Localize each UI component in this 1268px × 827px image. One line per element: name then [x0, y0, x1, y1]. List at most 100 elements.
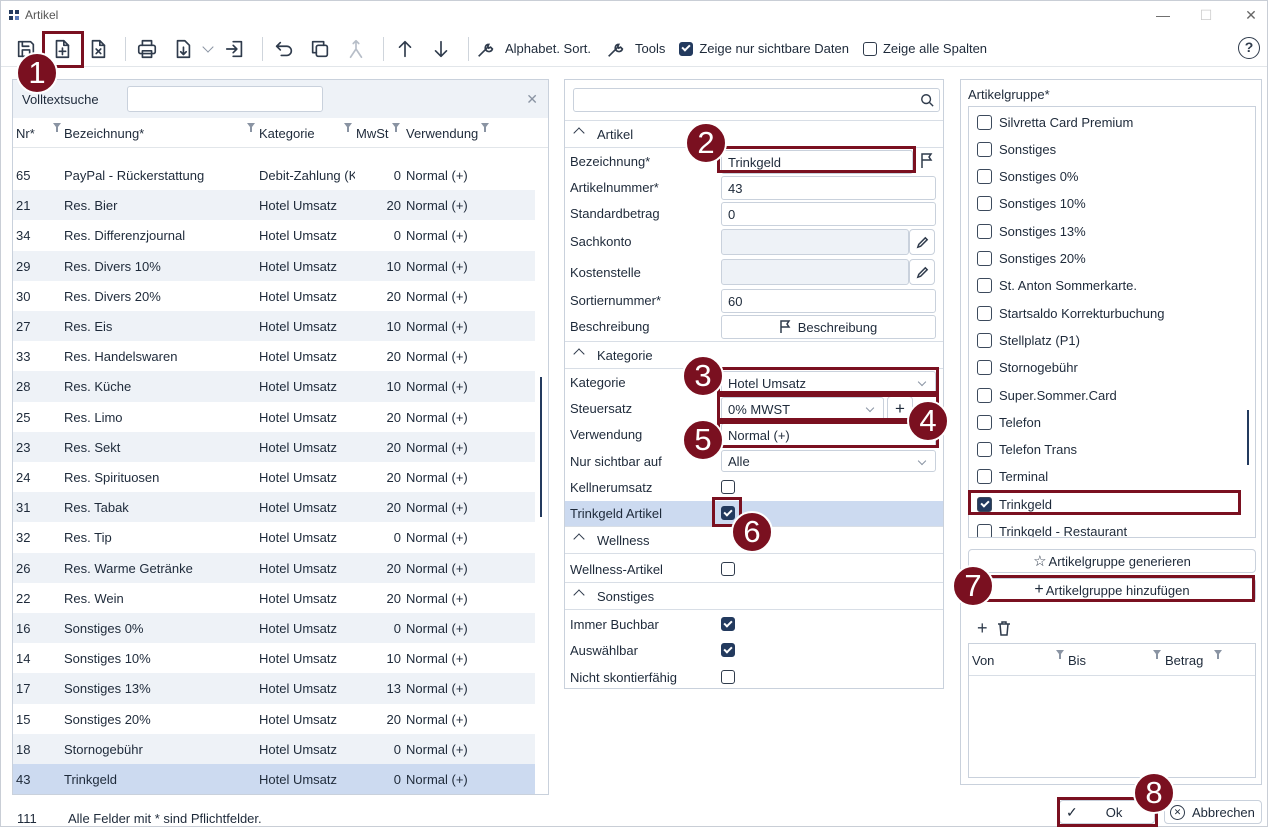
- print-button[interactable]: [132, 34, 162, 64]
- sachkonto-input[interactable]: [721, 229, 909, 255]
- table-row[interactable]: 29 Res. Divers 10% Hotel Umsatz 10 Normal (+…: [13, 250, 535, 281]
- group-item[interactable]: Stellplatz (P1): [977, 330, 1080, 350]
- table-row[interactable]: 17 Sonstiges 13% Hotel Umsatz 13 Normal (+): [13, 673, 535, 704]
- group-checkbox[interactable]: [977, 360, 992, 376]
- add-row-icon[interactable]: +: [977, 618, 988, 639]
- standardbetrag-input[interactable]: 0: [721, 202, 936, 226]
- auswaehlbar-checkbox[interactable]: [721, 643, 735, 657]
- show-visible-checkbox[interactable]: [679, 41, 694, 56]
- group-item[interactable]: Stornogebühr: [977, 358, 1078, 378]
- show-all-columns-checkbox[interactable]: [862, 41, 877, 56]
- group-item[interactable]: Trinkgeld: [977, 494, 1052, 514]
- kategorie-select[interactable]: Hotel Umsatz: [721, 371, 936, 395]
- group-item[interactable]: Startsaldo Korrekturbuchung: [977, 303, 1164, 323]
- move-down-button[interactable]: [426, 34, 456, 64]
- delete-button[interactable]: [83, 34, 113, 64]
- beschreibung-button[interactable]: Beschreibung: [721, 315, 936, 339]
- group-item[interactable]: Sonstiges: [977, 139, 1056, 159]
- table-row[interactable]: 21 Res. Bier Hotel Umsatz 20 Normal (+): [13, 190, 535, 221]
- group-checkbox[interactable]: [977, 114, 992, 130]
- filter-icon[interactable]: [1214, 650, 1222, 659]
- table-row[interactable]: 14 Sonstiges 10% Hotel Umsatz 10 Normal (+): [13, 643, 535, 673]
- filter-icon[interactable]: [1153, 650, 1161, 659]
- tools-button[interactable]: Tools: [605, 38, 665, 60]
- table-row[interactable]: 25 Res. Limo Hotel Umsatz 20 Normal (+): [13, 402, 535, 432]
- table-row[interactable]: 16 Sonstiges 0% Hotel Umsatz 0 Normal (+): [13, 613, 535, 644]
- group-item[interactable]: St. Anton Sommerkarte.: [977, 276, 1137, 296]
- group-item[interactable]: Sonstiges 20%: [977, 249, 1086, 269]
- group-checkbox[interactable]: [977, 332, 992, 348]
- col-header-bezeichnung[interactable]: Bezeichnung*: [64, 126, 144, 141]
- table-row[interactable]: 34 Res. Differenzjournal Hotel Umsatz 0 Norm…: [13, 220, 535, 250]
- minimize-icon[interactable]: —: [1148, 5, 1178, 25]
- group-list-scrollbar[interactable]: [1247, 410, 1249, 465]
- chevron-down-icon[interactable]: [202, 40, 214, 53]
- import-button[interactable]: [220, 34, 250, 64]
- group-item[interactable]: Telefon: [977, 412, 1041, 432]
- show-all-columns-toggle[interactable]: Zeige alle Spalten: [862, 41, 987, 56]
- trash-icon[interactable]: [997, 621, 1011, 636]
- table-row[interactable]: 23 Res. Sekt Hotel Umsatz 20 Normal (+): [13, 431, 535, 462]
- table-row[interactable]: 65 PayPal - Rückerstattung Debit-Zahlung (…: [13, 160, 535, 190]
- group-checkbox[interactable]: [977, 496, 992, 512]
- col-header-nr[interactable]: Nr*: [16, 126, 35, 141]
- kostenstelle-edit-button[interactable]: [909, 259, 935, 285]
- wellness-artikel-checkbox[interactable]: [721, 562, 735, 576]
- group-item[interactable]: Silvretta Card Premium: [977, 112, 1133, 132]
- table-row-partial[interactable]: [13, 148, 535, 160]
- group-item[interactable]: Sonstiges 10%: [977, 194, 1086, 214]
- group-checkbox[interactable]: [977, 196, 992, 212]
- generate-group-button[interactable]: ☆ Artikelgruppe generieren: [968, 549, 1256, 573]
- add-group-button[interactable]: + Artikelgruppe hinzufügen: [968, 578, 1256, 602]
- group-checkbox[interactable]: [977, 251, 992, 266]
- group-item[interactable]: Trinkgeld - Restaurant: [977, 522, 1127, 537]
- section-kategorie[interactable]: Kategorie: [565, 341, 943, 369]
- table-row[interactable]: 43 Trinkgeld Hotel Umsatz 0 Normal (+): [13, 764, 535, 795]
- group-item[interactable]: Sonstiges 13%: [977, 221, 1086, 241]
- close-icon[interactable]: ✕: [1236, 5, 1266, 25]
- sachkonto-edit-button[interactable]: [909, 229, 935, 255]
- table-row[interactable]: 33 Res. Handelswaren Hotel Umsatz 20 Normal …: [13, 341, 535, 371]
- kellnerumsatz-checkbox[interactable]: [721, 480, 735, 494]
- filter-icon[interactable]: [1056, 650, 1064, 659]
- copy-button[interactable]: [305, 34, 335, 64]
- artikelnummer-input[interactable]: 43: [721, 176, 936, 200]
- section-sonstiges[interactable]: Sonstiges: [565, 582, 943, 610]
- table-row[interactable]: 32 Res. Tip Hotel Umsatz 0 Normal (+): [13, 522, 535, 552]
- bezeichnung-input[interactable]: Trinkgeld: [721, 150, 913, 174]
- col-header-mwst[interactable]: MwSt: [356, 126, 389, 141]
- group-item[interactable]: Sonstiges 0%: [977, 167, 1079, 187]
- group-checkbox[interactable]: [977, 169, 992, 185]
- cancel-button[interactable]: ✕ Abbrechen: [1164, 800, 1262, 824]
- table-row[interactable]: 28 Res. Küche Hotel Umsatz 10 Normal (+): [13, 371, 535, 402]
- list-scrollbar[interactable]: [540, 377, 542, 517]
- table-row[interactable]: 18 Stornogebühr Hotel Umsatz 0 Normal (+): [13, 733, 535, 764]
- table-row[interactable]: 15 Sonstiges 20% Hotel Umsatz 20 Normal (+): [13, 704, 535, 734]
- group-checkbox[interactable]: [977, 414, 992, 430]
- fulltext-search-input[interactable]: [127, 86, 323, 112]
- group-item[interactable]: Terminal: [977, 467, 1048, 487]
- verwendung-select[interactable]: Normal (+): [721, 423, 936, 447]
- filter-icon[interactable]: [247, 123, 255, 132]
- show-visible-toggle[interactable]: Zeige nur sichtbare Daten: [679, 41, 849, 56]
- group-checkbox[interactable]: [977, 442, 992, 458]
- table-row[interactable]: 22 Res. Wein Hotel Umsatz 20 Normal (+): [13, 583, 535, 613]
- filter-icon[interactable]: [344, 123, 352, 132]
- nur-sichtbar-select[interactable]: Alle: [721, 450, 936, 472]
- group-checkbox[interactable]: [977, 223, 992, 239]
- group-item[interactable]: Super.Sommer.Card: [977, 385, 1117, 405]
- col-header-von[interactable]: Von: [972, 653, 994, 668]
- table-row[interactable]: 26 Res. Warme Getränke Hotel Umsatz 20 Norma…: [13, 552, 535, 583]
- filter-icon[interactable]: [392, 123, 400, 132]
- filter-icon[interactable]: [481, 123, 489, 132]
- col-header-kategorie[interactable]: Kategorie: [259, 126, 315, 141]
- trinkgeld-artikel-checkbox[interactable]: [721, 506, 735, 520]
- col-header-verwendung[interactable]: Verwendung: [406, 126, 478, 141]
- flag-icon[interactable]: [920, 153, 934, 169]
- nicht-skontierfaehig-checkbox[interactable]: [721, 670, 735, 684]
- group-checkbox[interactable]: [977, 278, 992, 294]
- sortiernummer-input[interactable]: 60: [721, 289, 936, 313]
- undo-button[interactable]: [269, 34, 299, 64]
- table-row[interactable]: 30 Res. Divers 20% Hotel Umsatz 20 Normal (+…: [13, 281, 535, 311]
- filter-icon[interactable]: [53, 123, 61, 132]
